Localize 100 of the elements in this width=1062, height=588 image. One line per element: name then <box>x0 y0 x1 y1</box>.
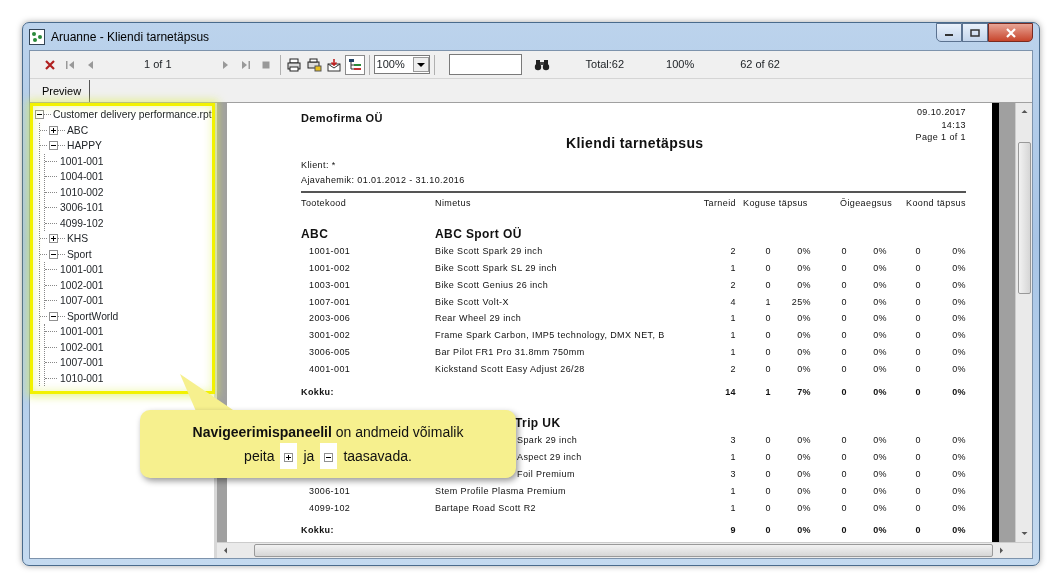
table-cell-text: Bike Scott Genius 26 inch <box>435 278 550 292</box>
tree-leaf-item[interactable]: 1002-001 <box>60 339 104 355</box>
table-cell-text: 0 <box>764 501 771 515</box>
tree-group-item[interactable]: HAPPY <box>67 138 102 154</box>
tree-group-item[interactable]: SportWorld <box>67 308 119 324</box>
table-cell-text: 1 <box>729 346 736 360</box>
tree-group-item[interactable]: ABC <box>67 122 89 138</box>
table-cell-text: 0 <box>914 484 921 498</box>
scroll-right-icon[interactable] <box>997 546 1006 555</box>
table-cell-text: 3001-002 <box>308 329 352 343</box>
table-cell-text: 0 <box>914 278 921 292</box>
table-cell-text: 0% <box>951 468 966 482</box>
table-cell-text: 3006-101 <box>308 484 352 498</box>
collapse-icon[interactable] <box>49 311 58 321</box>
table-cell-text: 0% <box>951 295 966 309</box>
collapse-icon[interactable] <box>49 141 58 151</box>
table-cell-text: 0 <box>840 295 847 309</box>
table-cell-text: 0% <box>796 262 811 276</box>
table-cell-text: 0% <box>951 312 966 326</box>
table-cell-text: 0 <box>840 468 847 482</box>
scroll-left-icon[interactable] <box>221 546 230 555</box>
table-cell-text: 2003-006 <box>308 312 352 326</box>
table-cell-text: 0% <box>796 484 811 498</box>
search-field[interactable] <box>448 54 522 75</box>
table-cell-text: 0% <box>796 434 811 448</box>
horizontal-scrollbar[interactable] <box>217 542 1032 558</box>
table-cell-text: Bike Scott Volt-X <box>435 295 510 309</box>
table-cell-text: 0 <box>840 385 847 399</box>
tree-leaf-item[interactable]: 1010-002 <box>60 184 104 200</box>
tree-leaf-item[interactable]: 1001-001 <box>60 324 104 340</box>
table-cell-text: 0% <box>951 245 966 259</box>
expand-icon[interactable] <box>49 234 58 244</box>
group-name: Trip UK <box>515 415 561 433</box>
maximize-icon[interactable] <box>970 28 980 37</box>
collapse-icon[interactable] <box>49 249 58 259</box>
close-icon[interactable] <box>1004 27 1017 38</box>
table-cell-text: 0% <box>951 278 966 292</box>
tree-leaf-item[interactable]: 3006-101 <box>60 200 104 216</box>
table-cell-text: 0% <box>872 346 887 360</box>
tree-leaf-item[interactable]: 1007-001 <box>60 293 104 309</box>
zoom-dropdown[interactable]: 100% <box>373 55 430 74</box>
table-cell-text: 3 <box>729 434 736 448</box>
page-indicator: 1 of 1 <box>144 57 172 73</box>
table-cell-text: 0 <box>840 524 847 538</box>
table-cell-text: 0% <box>872 434 887 448</box>
table-cell-text: 1 <box>729 451 736 465</box>
table-cell-text: 0 <box>914 385 921 399</box>
close-button[interactable] <box>988 23 1033 42</box>
collapse-icon[interactable] <box>35 110 44 120</box>
table-cell-text: 0 <box>840 245 847 259</box>
table-cell-text: 0 <box>764 451 771 465</box>
table-cell-text: 0% <box>872 362 887 376</box>
scroll-up-icon[interactable] <box>1019 107 1029 116</box>
table-cell-text: 0 <box>764 262 771 276</box>
maximize-button[interactable] <box>962 23 988 42</box>
table-cell-text: 25% <box>790 295 811 309</box>
record-count: 62 of 62 <box>740 57 780 73</box>
table-cell-text: 0% <box>796 362 811 376</box>
table-cell-text: 4001-001 <box>308 362 352 376</box>
minimize-button[interactable] <box>936 23 962 42</box>
table-cell-text: Bike Scott Spark 29 inch <box>435 245 544 259</box>
table-cell-text: 1 <box>729 329 736 343</box>
table-cell-text: 0 <box>914 329 921 343</box>
tree-leaf-item[interactable]: 1002-001 <box>60 277 104 293</box>
expand-icon[interactable] <box>49 125 58 135</box>
table-cell-text: 0 <box>914 245 921 259</box>
table-cell-text: 0 <box>764 278 771 292</box>
table-cell-text: 14 <box>724 385 736 399</box>
tree-group-item[interactable]: Sport <box>67 246 92 262</box>
collapse-icon <box>320 443 338 469</box>
tree-leaf-item[interactable]: 1010-001 <box>60 370 104 386</box>
vertical-scrollbar[interactable] <box>1015 103 1032 542</box>
table-cell-text: 0 <box>840 451 847 465</box>
tree-leaf-item[interactable]: 1004-001 <box>60 169 104 185</box>
tree-group-item[interactable]: Customer delivery performance.rpt <box>53 107 212 123</box>
tree-leaf-item[interactable]: 1007-001 <box>60 355 104 371</box>
tree-toggle-icon[interactable] <box>344 54 365 75</box>
table-cell-text: 0 <box>840 362 847 376</box>
tree-leaf-item[interactable]: 4099-102 <box>60 215 104 231</box>
table-cell-text: 0% <box>872 312 887 326</box>
table-cell-text: 0 <box>914 362 921 376</box>
table-cell-text: 0% <box>951 524 966 538</box>
table-cell-text: 0 <box>914 262 921 276</box>
tree-group-item[interactable]: KHS <box>67 231 89 247</box>
scrollbar-thumb[interactable] <box>1017 142 1031 294</box>
callout-text: ja <box>303 447 315 466</box>
table-cell-text: 0% <box>951 346 966 360</box>
tree-leaf-item[interactable]: 1001-001 <box>60 153 104 169</box>
table-cell-text: 0 <box>914 346 921 360</box>
table-cell-text: 3 <box>729 468 736 482</box>
table-cell-text: 0 <box>764 434 771 448</box>
table-cell-text: 2 <box>729 245 736 259</box>
scroll-down-icon[interactable] <box>1019 529 1029 538</box>
table-cell-text: 1 <box>729 312 736 326</box>
table-cell-text: 3006-005 <box>308 346 352 360</box>
table-cell-text: 0% <box>796 451 811 465</box>
tree-leaf-item[interactable]: 1001-001 <box>60 262 104 278</box>
column-header: Nimetus <box>435 196 471 209</box>
table-cell-text: Stem Profile Plasma Premium <box>435 484 567 498</box>
scrollbar-thumb[interactable] <box>254 544 993 557</box>
